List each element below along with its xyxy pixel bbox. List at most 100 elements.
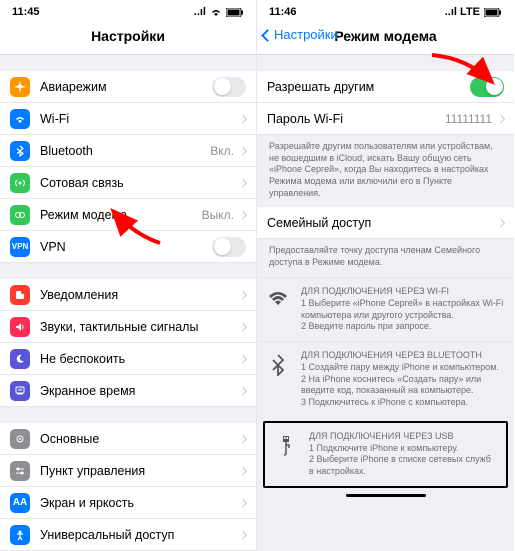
hotspot-screen: 11:46 ..ıl LTE Настройки Режим модема Ра… xyxy=(257,0,514,551)
row-allow-others[interactable]: Разрешать другим xyxy=(257,71,514,103)
conn-step: 1 Создайте пару между iPhone и компьютер… xyxy=(301,362,504,374)
row-wifi[interactable]: Wi-Fi xyxy=(0,103,256,135)
conn-step: 1 Выберите «iPhone Сергей» в настройках … xyxy=(301,298,504,321)
family-note: Предоставляйте точку доступа членам Семе… xyxy=(257,239,514,276)
chevron-right-icon xyxy=(239,434,247,442)
row-accessibility[interactable]: Универсальный доступ xyxy=(0,519,256,551)
conn-step: 3 Подключитесь к iPhone с компьютера. xyxy=(301,397,504,409)
row-label: Универсальный доступ xyxy=(40,528,240,542)
display-icon: AA xyxy=(10,493,30,513)
conn-title: ДЛЯ ПОДКЛЮЧЕНИЯ ЧЕРЕЗ WI-FI xyxy=(301,286,504,296)
row-label: Пароль Wi-Fi xyxy=(267,112,445,126)
row-value: Выкл. xyxy=(202,208,234,222)
row-display[interactable]: AA Экран и яркость xyxy=(0,487,256,519)
chevron-right-icon xyxy=(239,114,247,122)
row-label: Пункт управления xyxy=(40,464,240,478)
airplane-icon xyxy=(10,77,30,97)
status-icons: ..ıl LTE xyxy=(445,6,502,18)
row-label: Экран и яркость xyxy=(40,496,240,510)
allow-note: Разрешайте другим пользователям или устр… xyxy=(257,135,514,207)
row-notifications[interactable]: Уведомления xyxy=(0,279,256,311)
battery-icon xyxy=(484,8,502,17)
row-label: Семейный доступ xyxy=(267,216,498,230)
dnd-icon xyxy=(10,349,30,369)
row-value: Вкл. xyxy=(210,144,234,158)
usb-icon xyxy=(275,431,297,478)
row-wifi-password[interactable]: Пароль Wi-Fi 11111111 xyxy=(257,103,514,135)
row-label: Wi-Fi xyxy=(40,112,234,126)
row-sounds[interactable]: Звуки, тактильные сигналы xyxy=(0,311,256,343)
screentime-icon xyxy=(10,381,30,401)
conn-title: ДЛЯ ПОДКЛЮЧЕНИЯ ЧЕРЕЗ USB xyxy=(309,431,496,441)
wifi-instructions: ДЛЯ ПОДКЛЮЧЕНИЯ ЧЕРЕЗ WI-FI 1 Выберите «… xyxy=(257,277,514,341)
chevron-right-icon xyxy=(239,530,247,538)
chevron-right-icon xyxy=(239,322,247,330)
row-screentime[interactable]: Экранное время xyxy=(0,375,256,407)
chevron-right-icon xyxy=(239,178,247,186)
chevron-right-icon xyxy=(239,354,247,362)
cell-signal-icon: ..ıl xyxy=(194,6,206,18)
chevron-right-icon xyxy=(239,386,247,394)
row-label: Авиарежим xyxy=(40,80,212,94)
status-time: 11:45 xyxy=(12,6,40,18)
row-hotspot[interactable]: Режим модема Выкл. xyxy=(0,199,256,231)
page-title: Настройки Режим модема xyxy=(257,22,514,55)
page-title: Настройки xyxy=(0,22,256,55)
row-label: Не беспокоить xyxy=(40,352,240,366)
row-dnd[interactable]: Не беспокоить xyxy=(0,343,256,375)
back-button[interactable]: Настройки xyxy=(263,27,338,42)
status-bar: 11:46 ..ıl LTE xyxy=(257,0,514,22)
sounds-icon xyxy=(10,317,30,337)
row-cellular[interactable]: Сотовая связь xyxy=(0,167,256,199)
wifi-icon xyxy=(210,8,222,17)
row-bluetooth[interactable]: Bluetooth Вкл. xyxy=(0,135,256,167)
row-label: Экранное время xyxy=(40,384,240,398)
wifi-icon xyxy=(267,286,289,333)
row-value: 11111111 xyxy=(445,112,492,126)
conn-step: 2 Введите пароль при запросе. xyxy=(301,321,504,333)
control-center-icon xyxy=(10,461,30,481)
home-indicator[interactable] xyxy=(257,488,514,504)
airplane-toggle[interactable] xyxy=(212,77,246,97)
notifications-icon xyxy=(10,285,30,305)
allow-others-toggle[interactable] xyxy=(470,77,504,97)
conn-step: 2 На iPhone коснитесь «Создать пару» или… xyxy=(301,374,504,397)
row-general[interactable]: Основные xyxy=(0,423,256,455)
status-icons: ..ıl xyxy=(194,6,244,18)
row-label: VPN xyxy=(40,240,212,254)
row-control-center[interactable]: Пункт управления xyxy=(0,455,256,487)
row-label: Сотовая связь xyxy=(40,176,240,190)
row-airplane[interactable]: Авиарежим xyxy=(0,71,256,103)
row-family-sharing[interactable]: Семейный доступ xyxy=(257,207,514,239)
battery-icon xyxy=(226,8,244,17)
bluetooth-icon xyxy=(267,350,289,409)
chevron-right-icon xyxy=(239,498,247,506)
cellular-icon xyxy=(10,173,30,193)
chevron-right-icon xyxy=(239,290,247,298)
chevron-right-icon xyxy=(239,210,247,218)
cell-signal-icon: ..ıl LTE xyxy=(445,6,480,18)
gear-icon xyxy=(10,429,30,449)
conn-step: 1 Подключите iPhone к компьютеру. xyxy=(309,443,496,455)
row-label: Разрешать другим xyxy=(267,80,470,94)
chevron-right-icon xyxy=(497,219,505,227)
chevron-left-icon xyxy=(263,27,274,42)
bluetooth-instructions: ДЛЯ ПОДКЛЮЧЕНИЯ ЧЕРЕЗ BLUETOOTH 1 Создай… xyxy=(257,341,514,417)
settings-screen: 11:45 ..ıl Настройки Авиарежим Wi-Fi xyxy=(0,0,257,551)
bluetooth-icon xyxy=(10,141,30,161)
vpn-icon: VPN xyxy=(10,237,30,257)
chevron-right-icon xyxy=(239,466,247,474)
usb-instructions-highlighted: ДЛЯ ПОДКЛЮЧЕНИЯ ЧЕРЕЗ USB 1 Подключите i… xyxy=(263,421,508,488)
hotspot-icon xyxy=(10,205,30,225)
row-label: Режим модема xyxy=(40,208,202,222)
vpn-toggle[interactable] xyxy=(212,237,246,257)
chevron-right-icon xyxy=(239,146,247,154)
row-vpn[interactable]: VPN VPN xyxy=(0,231,256,263)
status-bar: 11:45 ..ıl xyxy=(0,0,256,22)
conn-step: 2 Выберите iPhone в списке сетевых служб… xyxy=(309,454,496,477)
status-time: 11:46 xyxy=(269,6,297,18)
conn-title: ДЛЯ ПОДКЛЮЧЕНИЯ ЧЕРЕЗ BLUETOOTH xyxy=(301,350,504,360)
wifi-icon xyxy=(10,109,30,129)
row-label: Звуки, тактильные сигналы xyxy=(40,320,240,334)
row-label: Уведомления xyxy=(40,288,240,302)
